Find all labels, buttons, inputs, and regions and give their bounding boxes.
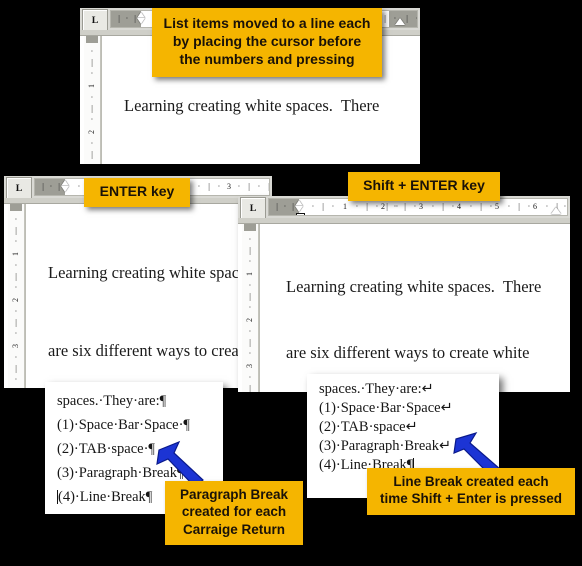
enter-key-window[interactable]: L | · | · | · 1 · | · | · 2 (4, 176, 272, 388)
ruler-number: 4 (457, 202, 461, 211)
ruler-ticks: | · | · | · 1 · | · | · 2 · | · 3 · | · … (276, 202, 567, 211)
vruler-number: 2 (87, 130, 96, 134)
tab-stop-selector-icon[interactable]: L (82, 9, 108, 31)
hanging-indent-triangle (137, 18, 145, 24)
vruler-number: 3 (245, 364, 254, 368)
callout-enter-key: ENTER key (84, 178, 190, 207)
marks-line: (3)·Paragraph·Break↵ (319, 438, 452, 454)
vertical-ruler[interactable]: · | · 1 · | · 2 · | 3 (84, 36, 101, 164)
doc-line: Learning creating white spaces. There (286, 277, 542, 296)
vertical-ruler[interactable]: · | · 1 · | · 2 · | · 3 · | · 4 · | (8, 204, 25, 388)
doc-line: Learning creating white spaces. There (124, 96, 380, 115)
first-line-indent-marker[interactable] (61, 179, 70, 195)
doc-line: are six different ways to create white (286, 343, 530, 362)
shift-enter-key-window[interactable]: L | · | · | · 1 · | · | · 2 · | · 3 · | … (238, 196, 570, 392)
tab-stop-selector-icon[interactable]: L (6, 177, 32, 199)
tab-stop-glyph: L (249, 202, 257, 213)
callout-paragraph-break: Paragraph Break created for each Carraig… (165, 481, 303, 545)
tab-stop-selector-icon[interactable]: L (240, 197, 266, 219)
callout-shift-enter-key: Shift + ENTER key (348, 172, 500, 201)
vruler-number: 1 (11, 252, 20, 256)
screenshot-root: L | · | · | · 1 · | · | · 2 (0, 0, 582, 566)
vruler-number: 1 (245, 272, 254, 276)
vruler-top-margin-shade (10, 204, 22, 211)
vruler-number: 1 (87, 84, 96, 88)
ruler-number: 1 (343, 202, 347, 211)
document-page[interactable]: Learning creating white spac are six dif… (26, 204, 272, 388)
marks-line: spaces.·They·are:¶ (57, 393, 167, 409)
tab-stop-glyph: L (91, 14, 99, 25)
right-indent-marker[interactable] (551, 207, 561, 214)
vruler-top-margin-shade (86, 36, 98, 43)
first-line-indent-marker[interactable] (295, 199, 305, 215)
marks-line: (1)·Space·Bar·Space·¶ (57, 417, 190, 433)
vruler-number: 2 (11, 298, 20, 302)
hanging-indent-triangle (295, 206, 303, 212)
document-text[interactable]: Learning creating white spaces. There ar… (286, 232, 566, 392)
vruler-number: 3 (11, 344, 20, 348)
vruler-top-margin-shade (244, 224, 256, 231)
callout-line-break: Line Break created each time Shift + Ent… (367, 468, 575, 515)
marks-line: (2)·TAB·space↵ (319, 419, 418, 435)
ruler-number: 3 (419, 202, 423, 211)
callout-top: List items moved to a line each by placi… (152, 8, 382, 77)
ruler-number: 6 (533, 202, 537, 211)
vertical-ruler[interactable]: · | · 1 · | · 2 · | · 3 · | · 4 (242, 224, 259, 392)
right-indent-marker[interactable] (395, 18, 405, 25)
marks-line: spaces.·They·are:↵ (319, 381, 434, 397)
first-line-indent-marker[interactable] (137, 11, 146, 27)
ruler-number: 3 (227, 182, 231, 191)
left-indent-square[interactable] (295, 213, 305, 215)
marks-line: (1)·Space·Bar·Space↵ (319, 400, 453, 416)
ruler-number: 2 (381, 202, 385, 211)
hanging-indent-triangle (61, 186, 69, 192)
vruler-number: 2 (245, 318, 254, 322)
document-page[interactable]: Learning creating white spaces. There ar… (260, 224, 570, 392)
tab-stop-glyph: L (15, 182, 23, 193)
ruler-number: 5 (495, 202, 499, 211)
